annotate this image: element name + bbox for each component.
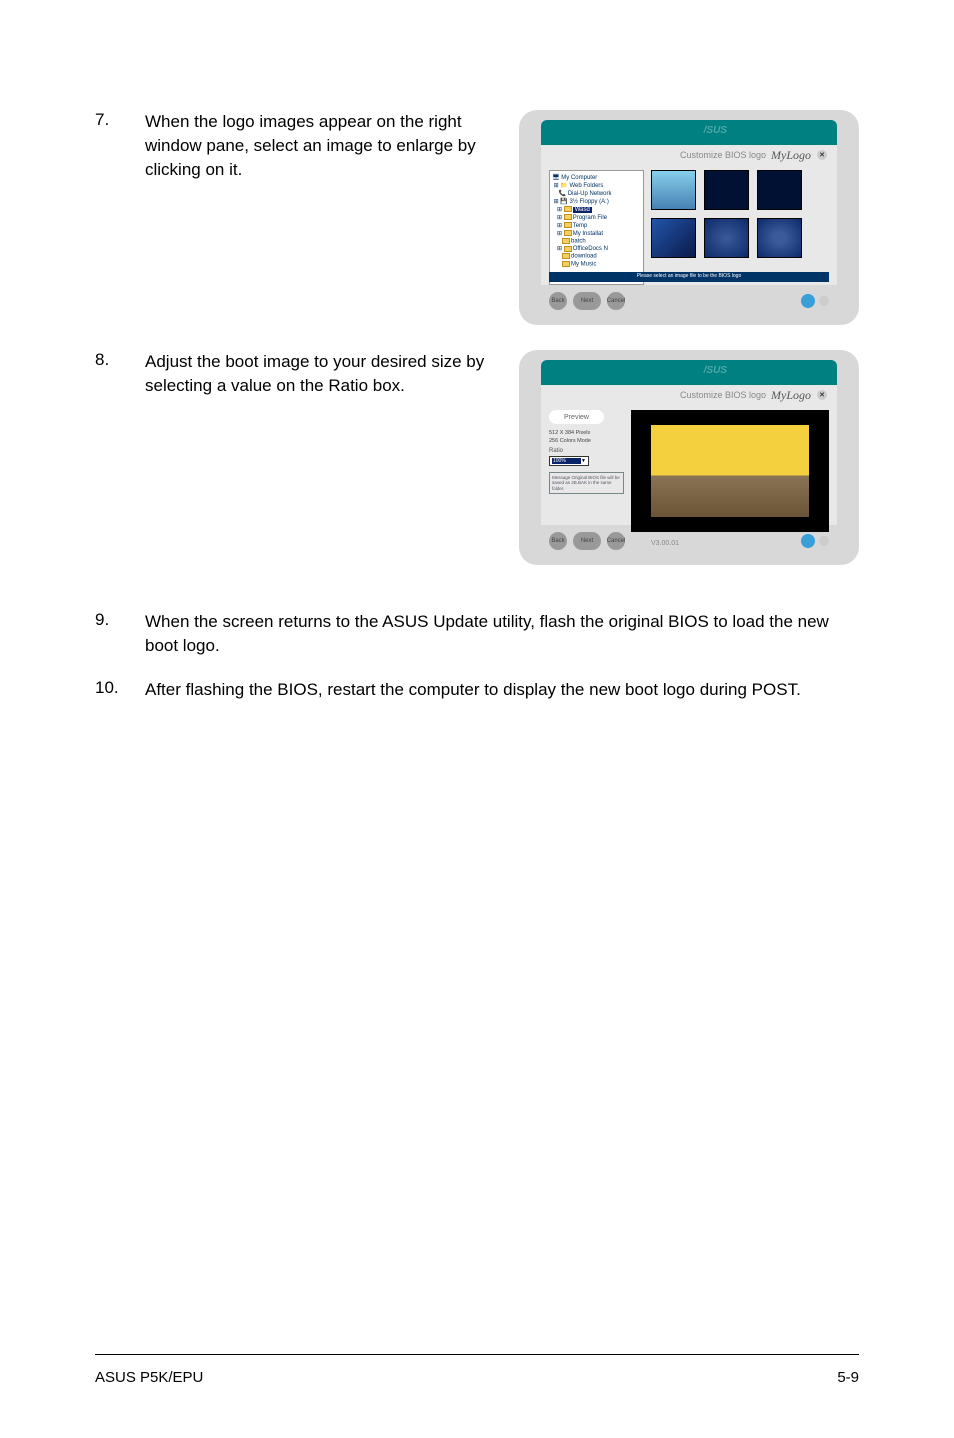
window-title-bar: /SUS [541,360,837,385]
back-button[interactable]: Back [549,532,567,550]
step-7-text-block: 7. When the logo images appear on the ri… [95,110,509,181]
close-icon[interactable]: ✕ [817,390,827,400]
content-area: 🖥 My Computer ⊞ 📁 Web Folders 📞 Dial-Up … [541,165,837,285]
tree-item[interactable]: ⊞ Temp [552,221,641,229]
step-8-text: Adjust the boot image to your desired si… [145,350,509,398]
bottom-steps: 9. When the screen returns to the ASUS U… [95,610,859,701]
step-9-text: When the screen returns to the ASUS Upda… [145,610,859,658]
info-icon[interactable] [801,534,815,548]
bottom-nav-bar: Back Next Cancel [541,527,837,555]
asus-logo-text: /SUS [704,125,727,136]
logo-thumbnail[interactable] [704,218,749,258]
tree-item[interactable]: 📞 Dial-Up Network [552,189,641,197]
logo-thumbnail[interactable] [757,170,802,210]
customize-label: Customize BIOS logo [680,150,766,160]
window-header-bar: Customize BIOS logo MyLogo ✕ [541,385,837,405]
tree-item[interactable]: ⊞ Wasd [552,205,641,213]
page-footer: ASUS P5K/EPU 5-9 [95,1354,859,1386]
resolution-text: 512 X 384 Pixels [549,430,624,436]
back-button[interactable]: Back [549,292,567,310]
preview-image [651,425,809,517]
minimize-icon[interactable] [819,536,829,546]
step-10-number: 10. [95,678,145,698]
preview-left-panel: Preview 512 X 384 Pixels 256 Colors Mode… [549,410,624,535]
mylogo-brand: MyLogo [771,148,811,163]
logo-thumbnail[interactable] [704,170,749,210]
content-area: Preview 512 X 384 Pixels 256 Colors Mode… [541,405,837,525]
preview-tab: Preview [549,410,604,424]
tree-item[interactable]: My Music [552,260,641,268]
step-7-number: 7. [95,110,145,181]
status-bar: Please select an image file to be the BI… [549,272,829,282]
window-title-bar: /SUS [541,120,837,145]
step-10-row: 10. After flashing the BIOS, restart the… [95,678,859,702]
message-box: Message Original BIOS file will be saved… [549,472,624,494]
tree-item[interactable]: ⊞ 💾 3½ Floppy (A:) [552,197,641,205]
close-icon[interactable]: ✕ [817,150,827,160]
footer-page-number: 5-9 [837,1369,859,1386]
step-7-row: 7. When the logo images appear on the ri… [95,110,859,340]
logo-thumbnail[interactable] [757,218,802,258]
step-8-number: 8. [95,350,145,398]
folder-tree-pane[interactable]: 🖥 My Computer ⊞ 📁 Web Folders 📞 Dial-Up … [549,170,644,285]
screenshot-mylogo-browser: /SUS Customize BIOS logo MyLogo ✕ 🖥 My C… [519,110,859,325]
logo-thumbnail[interactable] [651,170,696,210]
cancel-button[interactable]: Cancel [607,292,625,310]
cancel-button[interactable]: Cancel [607,532,625,550]
ratio-label: Ratio [549,448,624,454]
tree-item[interactable]: ⊞ OfficeDocs N [552,245,641,253]
step-10-text: After flashing the BIOS, restart the com… [145,678,859,702]
thumbnail-area [651,170,829,270]
next-button[interactable]: Next [573,292,601,310]
preview-image-area [631,410,829,532]
customize-label: Customize BIOS logo [680,390,766,400]
chevron-down-icon: ▼ [581,458,586,464]
screenshot-mylogo-preview: /SUS Customize BIOS logo MyLogo ✕ Previe… [519,350,859,565]
step-9-number: 9. [95,610,145,630]
ratio-dropdown[interactable]: 100% ▼ [549,456,589,466]
step-7-text: When the logo images appear on the right… [145,110,509,181]
tree-item[interactable]: download [552,253,641,261]
tree-item[interactable]: ⊞ My Installat [552,229,641,237]
tree-item[interactable]: 🖥 My Computer [552,173,641,181]
minimize-icon[interactable] [819,296,829,306]
tree-item[interactable]: ⊞ 📁 Web Folders [552,181,641,189]
step-9-row: 9. When the screen returns to the ASUS U… [95,610,859,658]
tree-item[interactable]: batch [552,237,641,245]
step-8-row: 8. Adjust the boot image to your desired… [95,350,859,580]
asus-logo-text: /SUS [704,365,727,376]
step-8-text-block: 8. Adjust the boot image to your desired… [95,350,509,398]
next-button[interactable]: Next [573,532,601,550]
tree-item[interactable]: ⊞ Program File [552,213,641,221]
info-icon[interactable] [801,294,815,308]
colormode-text: 256 Colors Mode [549,438,624,444]
logo-thumbnail[interactable] [651,218,696,258]
window-header-bar: Customize BIOS logo MyLogo ✕ [541,145,837,165]
footer-product: ASUS P5K/EPU [95,1369,203,1386]
bottom-nav-bar: Back Next Cancel [541,287,837,315]
mylogo-brand: MyLogo [771,388,811,403]
